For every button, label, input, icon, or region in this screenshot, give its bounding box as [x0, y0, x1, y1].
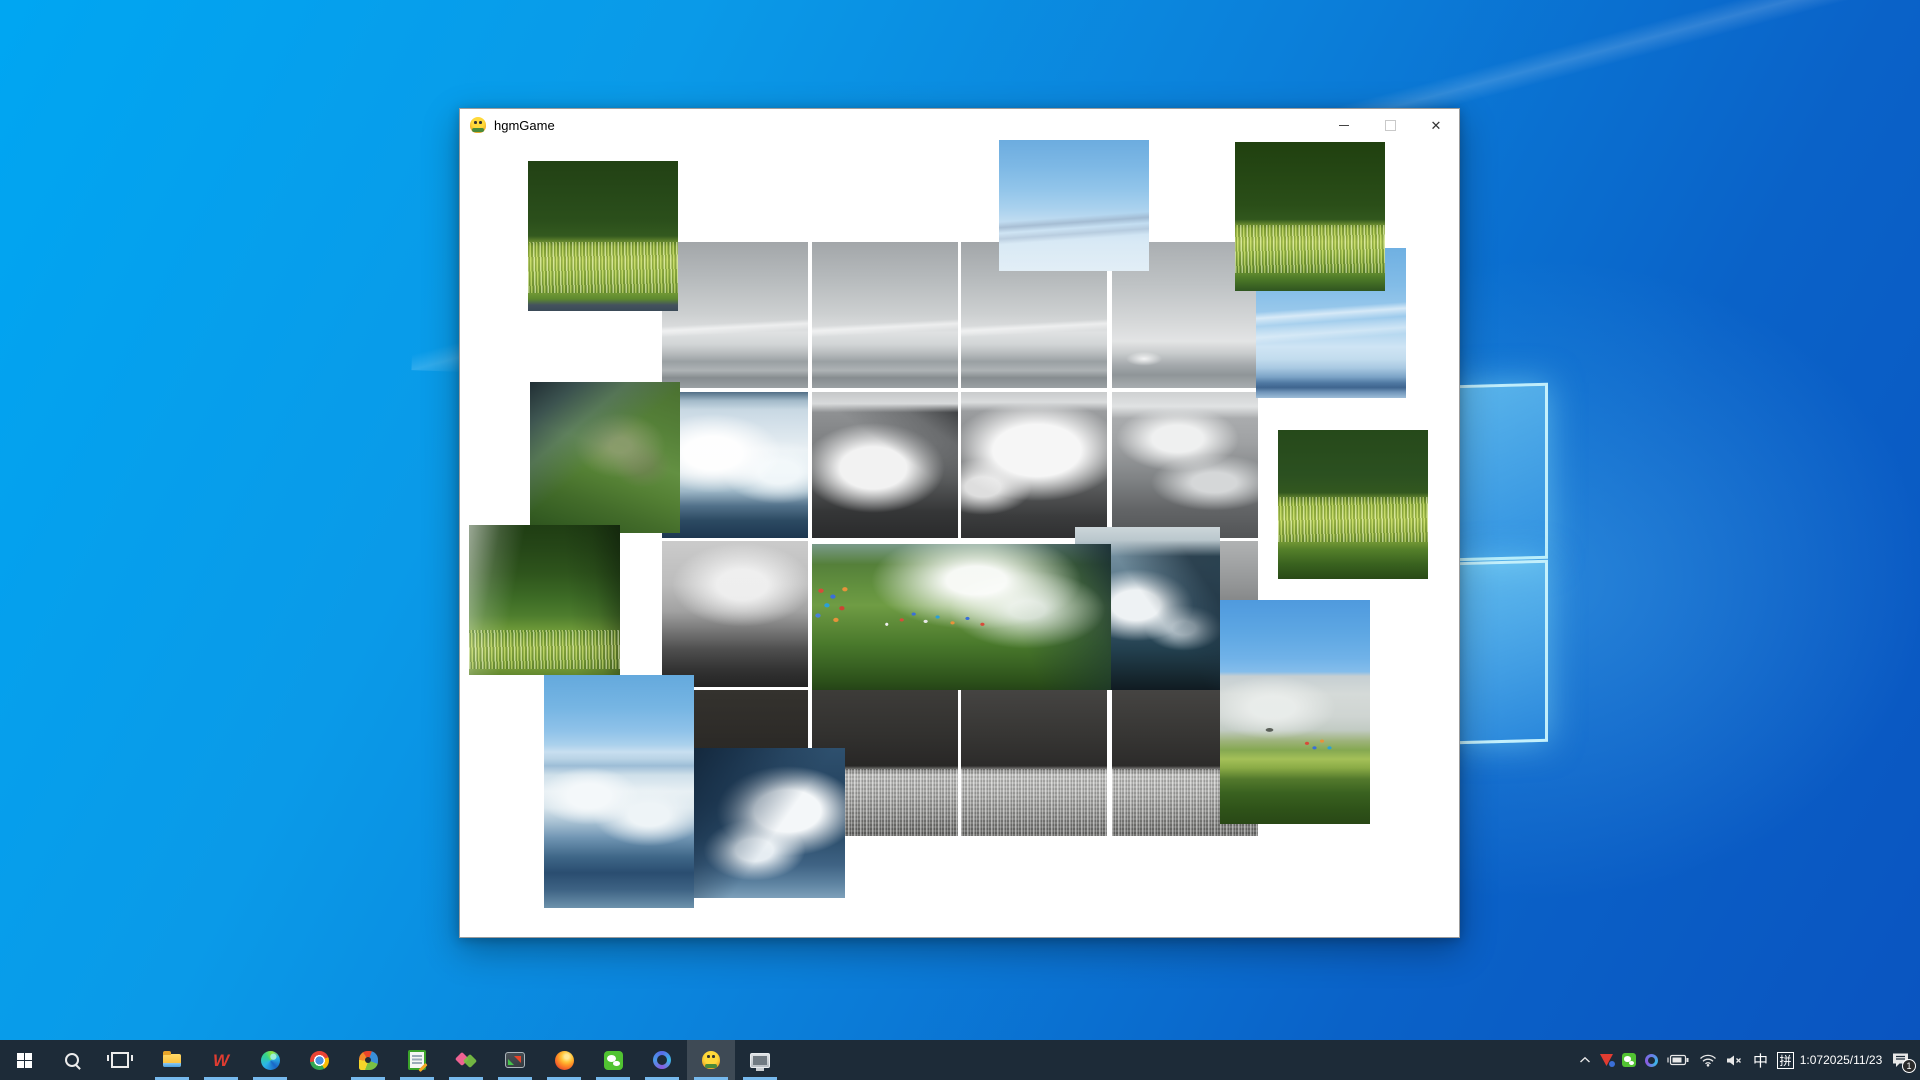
- screenshot-icon: [505, 1052, 525, 1068]
- volume-muted-icon[interactable]: [1726, 1054, 1744, 1067]
- ime-language-indicator[interactable]: 中: [1753, 1050, 1768, 1071]
- wifi-icon[interactable]: [1699, 1054, 1717, 1067]
- window-title: hgmGame: [494, 109, 555, 142]
- taskbar-button-navicat[interactable]: [344, 1040, 392, 1080]
- taskbar-button-start[interactable]: [0, 1040, 48, 1080]
- grid-tile-r3c1[interactable]: [662, 541, 808, 687]
- folder-icon: [163, 1054, 181, 1067]
- taskbar-button-ring-app[interactable]: [638, 1040, 686, 1080]
- taskbar-button-edge[interactable]: [246, 1040, 294, 1080]
- wallpaper-window-pane-top: [1456, 383, 1548, 561]
- piece-green-mountain-cliffs[interactable]: [530, 382, 680, 533]
- wechat-tray-icon[interactable]: [1622, 1053, 1636, 1067]
- taskbar-button-system-monitor[interactable]: [736, 1040, 784, 1080]
- windows-logo-icon: [17, 1053, 32, 1068]
- grid-tile-r2c1[interactable]: [662, 392, 808, 538]
- taskbar: W 中 拼 1:07 2025/11/23: [0, 1040, 1920, 1080]
- system-tray: 中 拼 1:07 2025/11/23 1: [1579, 1040, 1920, 1080]
- monitor-icon: [750, 1053, 770, 1068]
- minimize-icon: [1339, 125, 1349, 126]
- chrome-icon: [310, 1051, 329, 1070]
- grid-tile-r1c1[interactable]: [662, 242, 808, 388]
- battery-icon[interactable]: [1667, 1054, 1690, 1066]
- ring-icon: [653, 1051, 671, 1069]
- piece-blue-cloud-mountain[interactable]: [694, 748, 845, 898]
- chevron-up-icon[interactable]: [1579, 1056, 1591, 1064]
- ring-tray-icon[interactable]: [1645, 1054, 1658, 1067]
- taskbar-button-wps-office[interactable]: W: [197, 1040, 245, 1080]
- taskbar-button-search[interactable]: [48, 1040, 96, 1080]
- close-button[interactable]: ✕: [1413, 109, 1459, 142]
- clock[interactable]: 1:07 2025/11/23: [1803, 1053, 1879, 1068]
- wps-tray-icon[interactable]: [1600, 1054, 1613, 1066]
- notification-center[interactable]: 1: [1888, 1049, 1914, 1071]
- grid-tile-r1c2[interactable]: [812, 242, 958, 388]
- close-icon: ✕: [1431, 119, 1442, 132]
- taskbar-button-firefox[interactable]: [540, 1040, 588, 1080]
- task-view-icon: [111, 1052, 129, 1068]
- wps-w-icon: W: [213, 1052, 229, 1069]
- firefox-icon: [555, 1051, 574, 1070]
- taskbar-button-chrome[interactable]: [295, 1040, 343, 1080]
- taskbar-button-file-explorer[interactable]: [148, 1040, 196, 1080]
- piece-blue-clouds-horizon[interactable]: [544, 675, 694, 908]
- title-bar[interactable]: hgmGame ✕: [460, 109, 1459, 142]
- diamond-icon: [456, 1050, 476, 1070]
- wallpaper-window-pane-bottom: [1456, 560, 1548, 744]
- piece-green-valley[interactable]: [469, 525, 620, 675]
- taskbar-button-python-game[interactable]: [687, 1040, 735, 1080]
- piece-green-flower-hill-a[interactable]: [528, 161, 678, 311]
- grid-tile-r2c3[interactable]: [961, 392, 1107, 538]
- desktop: hgmGame ✕ W: [0, 0, 1920, 1080]
- grid-tile-r4c3[interactable]: [961, 690, 1107, 836]
- taskbar-button-design-tool[interactable]: [442, 1040, 490, 1080]
- piece-tents-meadow-wide[interactable]: [812, 544, 1111, 690]
- piece-green-grass-hill[interactable]: [1278, 430, 1428, 579]
- search-icon: [64, 1052, 81, 1069]
- editor-icon: [408, 1050, 426, 1070]
- python-turtle-icon: [470, 117, 486, 133]
- wechat-icon: [604, 1051, 623, 1070]
- minimize-button[interactable]: [1321, 109, 1367, 142]
- taskbar-button-wechat[interactable]: [589, 1040, 637, 1080]
- navicat-icon: [359, 1051, 378, 1070]
- taskbar-button-screenshot-tool[interactable]: [491, 1040, 539, 1080]
- piece-sky-fog-hill[interactable]: [1220, 600, 1370, 824]
- python-turtle-icon: [702, 1051, 720, 1069]
- taskbar-button-task-view[interactable]: [96, 1040, 144, 1080]
- maximize-icon: [1385, 120, 1396, 131]
- edge-icon: [261, 1051, 280, 1070]
- piece-pale-blue-sky[interactable]: [999, 140, 1149, 271]
- maximize-button[interactable]: [1367, 109, 1413, 142]
- ime-mode-indicator[interactable]: 拼: [1777, 1052, 1794, 1069]
- tray-time: 1:07: [1800, 1053, 1823, 1068]
- grid-tile-r2c2[interactable]: [812, 392, 958, 538]
- taskbar-button-text-editor[interactable]: [393, 1040, 441, 1080]
- tray-date: 2025/11/23: [1823, 1053, 1882, 1068]
- piece-green-flower-hill-b[interactable]: [1235, 142, 1385, 291]
- notification-badge: 1: [1902, 1059, 1916, 1073]
- grid-tile-r2c4[interactable]: [1112, 392, 1258, 538]
